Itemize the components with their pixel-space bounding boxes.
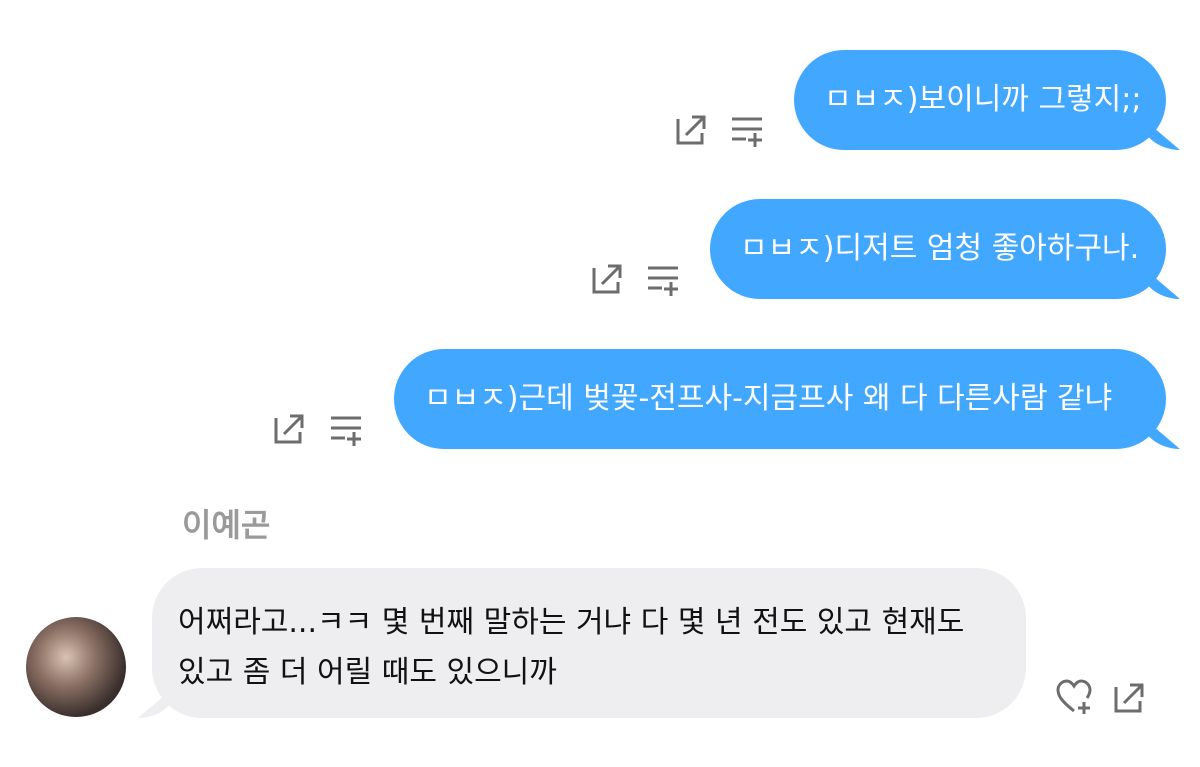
message-text: ㅁㅂㅈ)디저트 엄청 좋아하구나. — [740, 231, 1140, 266]
message-text-line: 있고 좀 더 어릴 때도 있으니까 — [178, 655, 557, 690]
message-text: ㅁㅂㅈ)근데 벚꽃-전프사-지금프사 왜 다 다른사람 같냐 — [424, 381, 1113, 416]
message-text: ㅁㅂㅈ)보이니까 그렇지;; — [824, 82, 1142, 117]
share-icon[interactable] — [1110, 677, 1150, 717]
add-to-list-icon[interactable] — [644, 260, 684, 300]
chat-screen: ㅁㅂㅈ)보이니까 그렇지;; ㅁㅂㅈ)디저트 엄청 좋아하구나. ㅁㅂㅈ)근데 … — [0, 0, 1200, 767]
heart-add-icon[interactable] — [1054, 677, 1094, 717]
outgoing-message-bubble[interactable]: ㅁㅂㅈ)보이니까 그렇지;; — [794, 50, 1166, 150]
outgoing-message-bubble[interactable]: ㅁㅂㅈ)근데 벚꽃-전프사-지금프사 왜 다 다른사람 같냐 — [394, 349, 1166, 449]
incoming-message-bubble[interactable]: 어쩌라고...ㅋㅋ 몇 번째 말하는 거냐 다 몇 년 전도 있고 현재도 있고… — [152, 568, 1026, 718]
sender-name: 이예곤 — [182, 506, 271, 544]
avatar[interactable] — [26, 617, 126, 717]
add-to-list-icon[interactable] — [728, 111, 768, 151]
share-icon[interactable] — [588, 258, 628, 298]
add-to-list-icon[interactable] — [327, 410, 367, 450]
share-icon[interactable] — [672, 109, 712, 149]
message-text-line: 어쩌라고...ㅋㅋ 몇 번째 말하는 거냐 다 몇 년 전도 있고 현재도 — [178, 605, 965, 640]
outgoing-message-bubble[interactable]: ㅁㅂㅈ)디저트 엄청 좋아하구나. — [710, 199, 1166, 299]
share-icon[interactable] — [270, 408, 310, 448]
